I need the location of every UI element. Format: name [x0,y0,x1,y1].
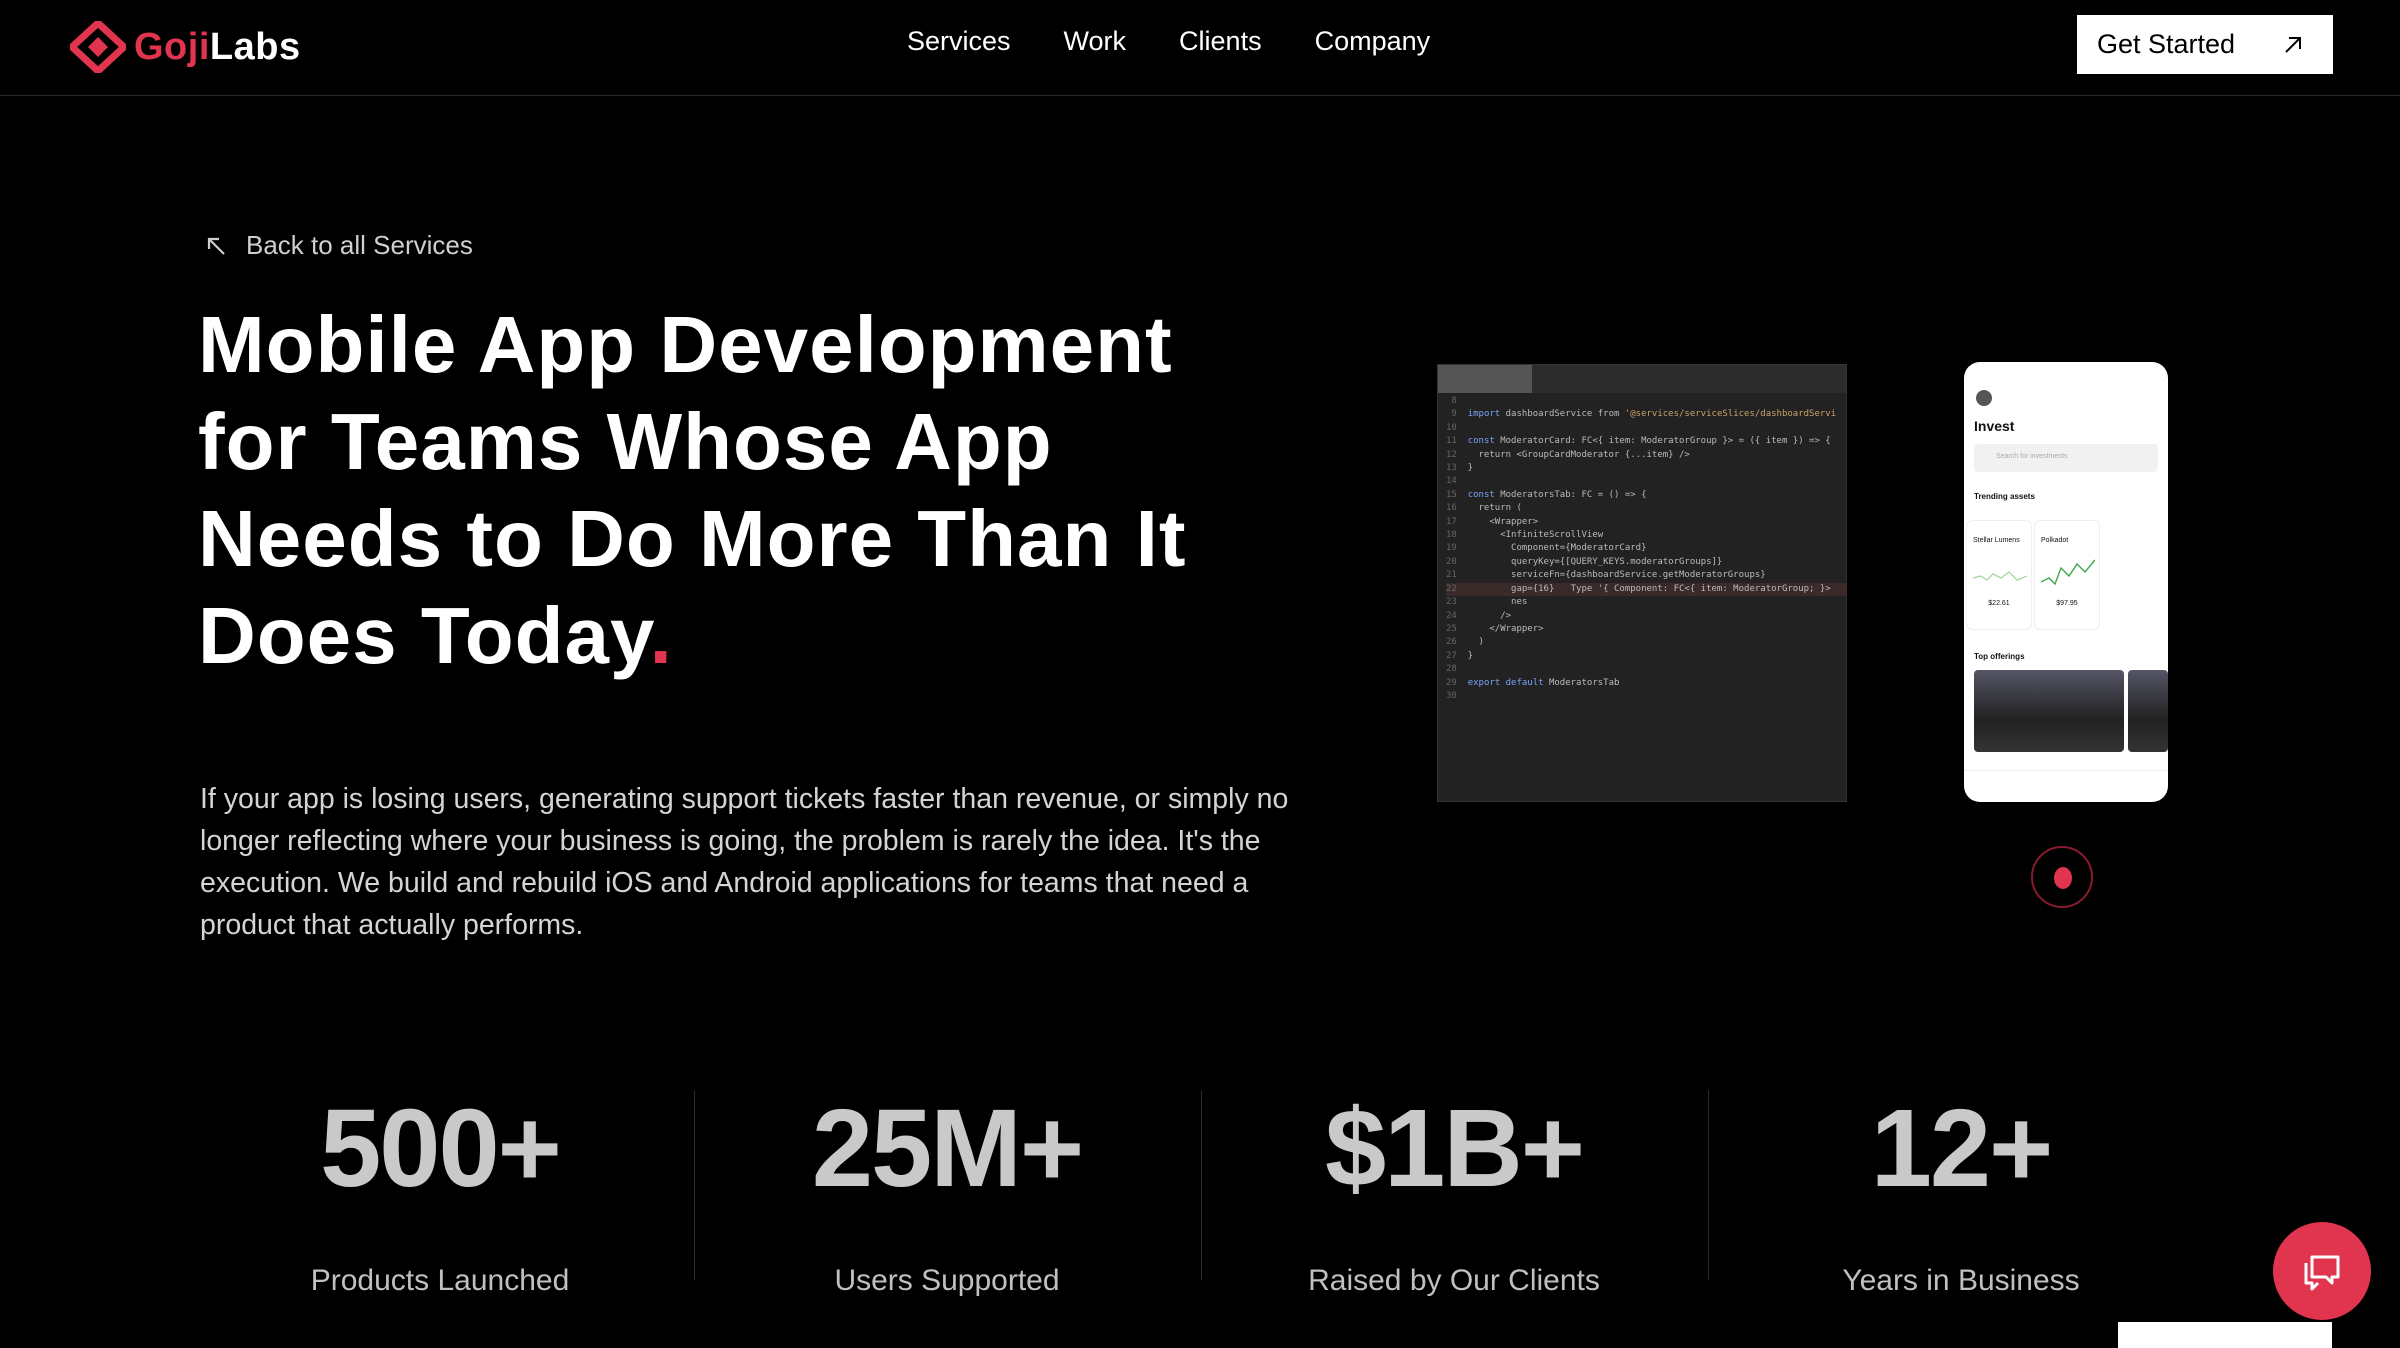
phone-search-field: Search for investments [1974,444,2158,472]
stat-label: Years in Business [1842,1264,2080,1297]
stat-years: 12+ Years in Business [1711,1084,2211,1298]
logo-text: GojiLabs [134,26,301,69]
back-to-services-link[interactable]: Back to all Services [204,230,473,261]
arrow-up-left-icon [207,237,225,255]
chat-launcher-button[interactable] [2273,1222,2371,1320]
phone-tab-bar [1964,770,2168,802]
nav-clients[interactable]: Clients [1179,26,1262,57]
avatar [1976,390,1992,406]
nav-work[interactable]: Work [1064,26,1127,57]
site-header: GojiLabs Services Work Clients Company G… [0,0,2400,96]
stat-label: Products Launched [310,1264,570,1297]
asset-card-stellar: Stellar Lumens $22.61 [1966,520,2032,630]
asset-price: $97.95 [2056,600,2078,607]
page-title: Mobile App Development for Teams Whose A… [198,296,1298,684]
main-nav: Services Work Clients Company [907,26,1483,57]
asset-card-polkadot: Polkadot $97.95 [2034,520,2100,630]
carousel-indicator[interactable] [2031,846,2093,908]
logo[interactable]: GojiLabs [70,20,301,74]
stat-label: Raised by Our Clients [1308,1264,1600,1297]
bottom-corner-tab[interactable] [2118,1322,2332,1348]
stat-value: $1B+ [1324,1087,1585,1210]
chat-bubble-icon [2304,1255,2340,1291]
stat-divider [1201,1090,1202,1280]
phone-title: Invest [1974,418,2015,434]
stat-products: 500+ Products Launched [190,1084,690,1298]
top-offerings-label: Top offerings [1974,652,2025,661]
editor-tab [1438,365,1532,393]
carousel-dot [2054,867,2072,889]
asset-price: $22.61 [1988,600,2010,607]
asset-name: Stellar Lumens [1973,537,2020,544]
get-started-button[interactable]: Get Started [2077,15,2333,74]
back-label: Back to all Services [246,230,473,260]
stat-value: 12+ [1870,1087,2054,1210]
logo-goji: Goji [134,25,210,68]
stat-value: 25M+ [811,1087,1084,1210]
page-title-text: Mobile App Development for Teams Whose A… [198,300,1187,680]
goji-logo-icon [70,21,126,73]
stat-divider [1708,1090,1709,1280]
get-started-label: Get Started [2097,29,2236,59]
code-snippet-image: 8 9 import dashboardService from '@servi… [1446,395,1846,703]
stat-users: 25M+ Users Supported [697,1084,1197,1298]
arrow-up-right-icon [2285,36,2301,53]
editor-tabbar [1532,365,1846,393]
stat-value: 500+ [320,1087,562,1210]
offering-image-2 [2128,670,2168,752]
asset-name: Polkadot [2041,537,2069,544]
nav-company[interactable]: Company [1315,26,1431,57]
hero-description: If your app is losing users, generating … [200,783,1289,941]
sparkline-icon [1972,571,2028,581]
phone-app-screenshot: Invest Search for investments Trending a… [1964,362,2168,802]
stat-raised: $1B+ Raised by Our Clients [1204,1084,1704,1298]
offering-house-image [1974,670,2124,752]
nav-services[interactable]: Services [907,26,1011,57]
logo-labs: Labs [209,25,301,68]
trending-assets-label: Trending assets [1974,492,2035,501]
stat-label: Users Supported [834,1264,1060,1297]
sparkline-icon [2040,559,2096,586]
code-editor-screenshot: 8 9 import dashboardService from '@servi… [1437,364,1847,802]
title-accent-dot: . [649,591,673,680]
stat-divider [694,1090,695,1280]
